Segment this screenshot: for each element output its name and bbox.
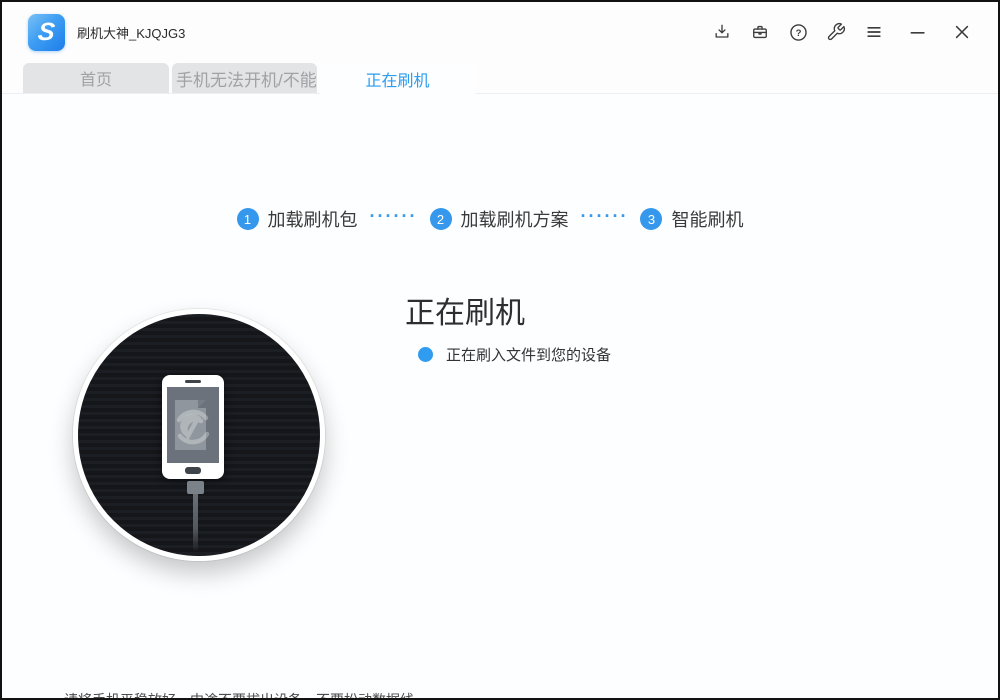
app-logo-icon: S xyxy=(28,14,65,51)
app-logo-letter: S xyxy=(37,20,56,45)
tab-bar: 首页 手机无法开机/不能 正在刷机 xyxy=(2,62,998,94)
step-1: 1 加载刷机包 xyxy=(237,206,358,232)
step-1-label: 加载刷机包 xyxy=(268,206,358,232)
menu-icon[interactable] xyxy=(862,20,886,44)
titlebar-icons: ? xyxy=(710,20,998,44)
tab-flashing-label: 正在刷机 xyxy=(365,67,429,91)
status-dot-icon xyxy=(418,347,433,362)
main-content: 1 加载刷机包 ······ 2 加载刷机方案 ······ 3 智能刷机 xyxy=(2,94,998,699)
phone-home-button xyxy=(185,467,201,474)
tab-phone-wont-boot[interactable]: 手机无法开机/不能 xyxy=(172,63,317,93)
tab-flashing-active[interactable]: 正在刷机 xyxy=(320,63,475,94)
toolbox-icon[interactable] xyxy=(748,20,772,44)
step-2-badge: 2 xyxy=(430,208,452,230)
device-illustration xyxy=(73,309,325,561)
status-row: 正在刷入文件到您的设备 xyxy=(418,344,611,365)
close-button[interactable] xyxy=(950,20,974,44)
phone-speaker xyxy=(185,380,201,383)
step-2: 2 加载刷机方案 xyxy=(430,206,569,232)
step-3-label: 智能刷机 xyxy=(671,206,743,232)
titlebar: S 刷机大神_KJQJG3 ? xyxy=(2,2,998,62)
usb-plug xyxy=(187,481,204,494)
step-3-badge: 3 xyxy=(640,208,662,230)
minimize-button[interactable] xyxy=(906,20,930,44)
step-2-label: 加载刷机方案 xyxy=(461,206,569,232)
usb-cable xyxy=(193,494,198,552)
status-text: 正在刷入文件到您的设备 xyxy=(446,344,611,365)
wrench-icon[interactable] xyxy=(824,20,848,44)
tab-home[interactable]: 首页 xyxy=(23,63,169,93)
step-separator-dots: ······ xyxy=(581,207,629,231)
svg-text:?: ? xyxy=(795,28,801,39)
step-1-badge: 1 xyxy=(237,208,259,230)
help-icon[interactable]: ? xyxy=(786,20,810,44)
warning-text: 请将手机平稳放好，中途不要拔出设备，不要松动数据线 xyxy=(64,690,414,700)
app-window: S 刷机大神_KJQJG3 ? xyxy=(0,0,1000,700)
tab-home-label: 首页 xyxy=(80,66,112,90)
phone-screen xyxy=(167,387,219,463)
page-title: 正在刷机 xyxy=(405,288,525,332)
step-indicator: 1 加载刷机包 ······ 2 加载刷机方案 ······ 3 智能刷机 xyxy=(2,206,978,232)
app-title: 刷机大神_KJQJG3 xyxy=(77,23,185,42)
phone-icon xyxy=(162,375,224,479)
step-3: 3 智能刷机 xyxy=(640,206,743,232)
step-separator-dots: ······ xyxy=(370,207,418,231)
download-icon[interactable] xyxy=(710,20,734,44)
tab-phone-wont-boot-label: 手机无法开机/不能 xyxy=(176,66,317,91)
flash-swirl-icon xyxy=(170,404,216,450)
